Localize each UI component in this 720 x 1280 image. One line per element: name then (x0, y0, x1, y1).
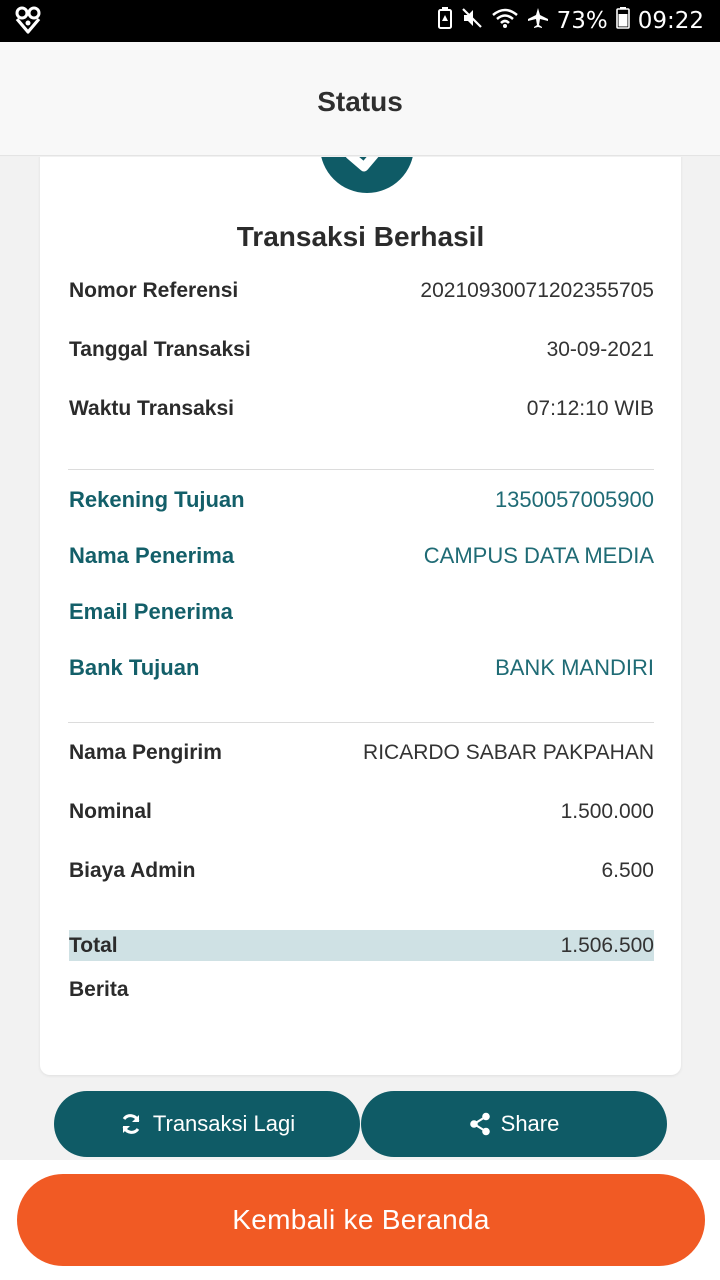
transaction-status-title: Transaksi Berhasil (236, 221, 485, 252)
transact-again-label: Transaksi Lagi (152, 1111, 296, 1136)
back-to-home-button[interactable]: Kembali ke Beranda (17, 1174, 705, 1266)
transact-again-button[interactable]: Transaksi Lagi (54, 1091, 360, 1157)
status-bar: 73% 09:22 (0, 0, 720, 42)
recipient-value: CAMPUS DATA MEDIA (423, 543, 654, 568)
detail-label: Waktu Transaksi (69, 397, 234, 420)
total-label: Total (69, 933, 118, 957)
destination-bank-row: Bank Tujuan BANK MANDIRI (69, 655, 654, 681)
battery-percent: 73% (556, 8, 608, 34)
detail-value: 07:12:10 WIB (526, 397, 654, 420)
sender-label: Nominal (69, 800, 152, 823)
admin-fee-row: Biaya Admin 6.500 (69, 859, 654, 883)
sender-name-row: Nama Pengirim RICARDO SABAR PAKPAHAN (69, 741, 654, 765)
recipient-label: Email Penerima (69, 599, 233, 624)
sender-value: RICARDO SABAR PAKPAHAN (363, 741, 654, 764)
detail-label: Nomor Referensi (69, 279, 239, 302)
share-icon (469, 1112, 491, 1136)
detail-value: 30-09-2021 (546, 338, 654, 361)
battery-icon (615, 7, 630, 35)
nominal-row: Nominal 1.500.000 (69, 800, 654, 824)
mute-icon (461, 7, 483, 35)
recipient-label: Bank Tujuan (69, 655, 200, 680)
transaction-time-row: Waktu Transaksi 07:12:10 WIB (69, 397, 654, 421)
success-check-icon (320, 157, 414, 193)
wifi-icon (491, 7, 519, 35)
bottom-bar: Kembali ke Beranda (0, 1160, 720, 1280)
app-header: Status (0, 42, 720, 156)
refresh-icon (119, 1112, 143, 1136)
total-value: 1.506.500 (560, 933, 654, 957)
share-label: Share (500, 1111, 560, 1136)
transaction-date-row: Tanggal Transaksi 30-09-2021 (69, 338, 654, 362)
page-title: Status (317, 86, 403, 117)
recipient-label: Nama Penerima (69, 543, 235, 568)
detail-label: Tanggal Transaksi (69, 338, 251, 361)
recipient-value: 1350057005900 (494, 487, 654, 512)
clock: 09:22 (637, 8, 704, 34)
airplane-icon (527, 7, 549, 35)
sender-label: Nama Pengirim (69, 741, 222, 764)
sender-label: Berita (69, 978, 129, 1001)
app-logo-icon (14, 6, 42, 34)
divider (68, 722, 654, 723)
share-button[interactable]: Share (361, 1091, 667, 1157)
receipt-card: Transaksi Berhasil Nomor Referensi 20210… (40, 157, 681, 1075)
reference-number-row: Nomor Referensi 20210930071202355705 (69, 279, 654, 303)
total-row: Total 1.506.500 (69, 930, 654, 961)
divider (68, 469, 654, 470)
sender-label: Biaya Admin (69, 859, 196, 882)
destination-account-row: Rekening Tujuan 1350057005900 (69, 487, 654, 513)
detail-value: 20210930071202355705 (420, 279, 654, 302)
battery-saver-icon (437, 7, 453, 35)
recipient-value: BANK MANDIRI (495, 655, 654, 680)
content-scroll-area[interactable]: Transaksi Berhasil Nomor Referensi 20210… (0, 157, 720, 1160)
recipient-email-row: Email Penerima (69, 599, 654, 625)
sender-value: 6.500 (601, 859, 654, 882)
sender-value: 1.500.000 (560, 800, 654, 823)
recipient-name-row: Nama Penerima CAMPUS DATA MEDIA (69, 543, 654, 569)
recipient-label: Rekening Tujuan (69, 487, 245, 512)
message-row: Berita (69, 978, 654, 1002)
